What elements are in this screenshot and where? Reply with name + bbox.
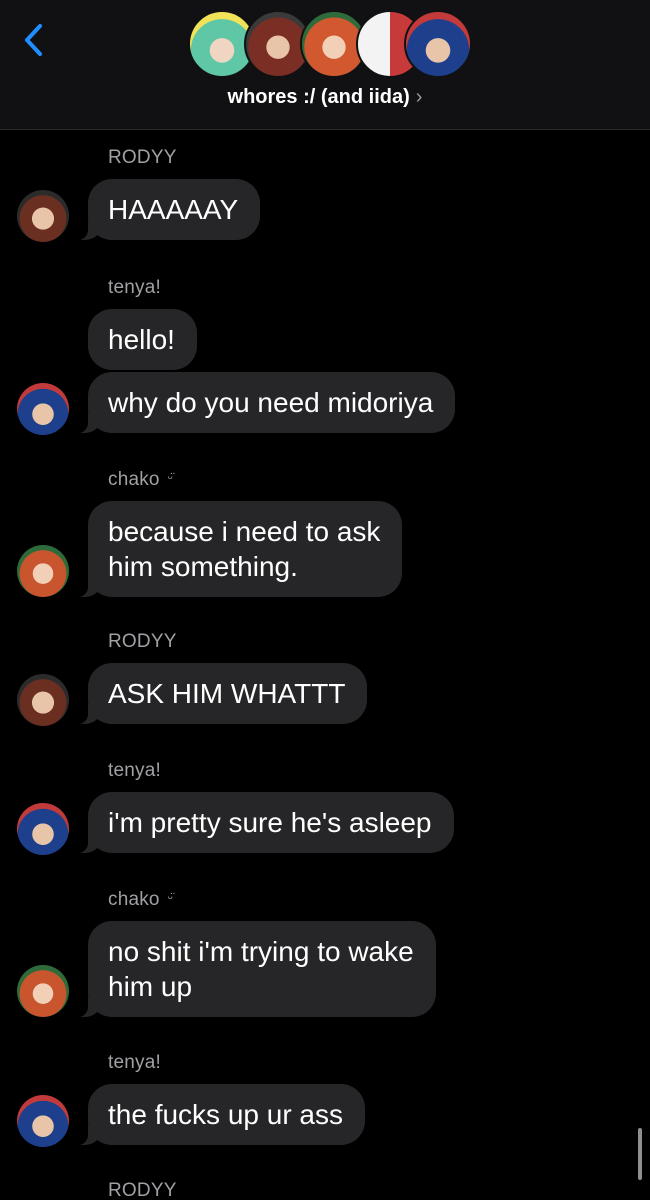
avatar[interactable] — [17, 383, 69, 435]
avatar[interactable] — [17, 803, 69, 855]
sender-name: RODYY — [108, 631, 177, 652]
sender-name: RODYY — [108, 1180, 177, 1200]
sender-name: tenya! — [108, 760, 161, 781]
avatar[interactable] — [17, 1095, 69, 1147]
message-text: him something. — [108, 551, 298, 582]
scrollbar[interactable] — [638, 1128, 642, 1180]
avatar[interactable] — [17, 965, 69, 1017]
message-bubble[interactable]: the fucks up ur ass — [77, 1084, 366, 1145]
avatar[interactable] — [17, 545, 69, 597]
chat-header: whores :/ (and iida) › — [0, 0, 650, 130]
heart-face-icon: ᵕ̈ — [167, 890, 173, 905]
avatar[interactable] — [17, 674, 69, 726]
message-text: why do you need midoriya — [108, 387, 434, 418]
message-bubble[interactable]: because i need to ask him something. — [77, 501, 403, 597]
avatar[interactable] — [17, 190, 69, 242]
message-text: the fucks up ur ass — [108, 1099, 344, 1130]
message-bubble[interactable]: HAAAAAY — [77, 179, 261, 240]
sender-name: tenya! — [108, 277, 161, 298]
message-text: because i need to ask — [108, 516, 381, 547]
sender-name: tenya! — [108, 1052, 161, 1073]
message-text: him up — [108, 971, 193, 1002]
back-button[interactable] — [18, 20, 50, 60]
group-title[interactable]: whores :/ (and iida) › — [0, 86, 650, 109]
message-text: hello! — [108, 324, 175, 355]
chevron-left-icon — [25, 24, 42, 56]
sender-name: RODYY — [108, 147, 177, 168]
message-text: i'm pretty sure he's asleep — [108, 807, 432, 838]
sender-name: chako ᵕ̈ — [108, 889, 173, 910]
message-bubble[interactable]: i'm pretty sure he's asleep — [78, 792, 454, 853]
message-bubble[interactable]: ASK HIM WHATTT — [77, 663, 368, 724]
group-avatar-stack[interactable] — [188, 10, 472, 78]
message-text: ASK HIM WHATTT — [108, 678, 346, 709]
avatar-blue-hair — [404, 10, 472, 78]
message-text: HAAAAAY — [108, 194, 239, 225]
chevron-right-icon: › — [415, 86, 423, 108]
heart-face-icon: ᵕ̈ — [167, 470, 173, 485]
message-bubble[interactable]: no shit i'm trying to wake him up — [78, 921, 436, 1017]
sender-name: chako ᵕ̈ — [108, 469, 173, 490]
message-bubble[interactable]: hello! — [88, 309, 197, 370]
message-text: no shit i'm trying to wake — [108, 936, 414, 967]
group-title-text: whores :/ (and iida) — [227, 86, 410, 108]
message-bubble[interactable]: why do you need midoriya — [77, 372, 456, 433]
